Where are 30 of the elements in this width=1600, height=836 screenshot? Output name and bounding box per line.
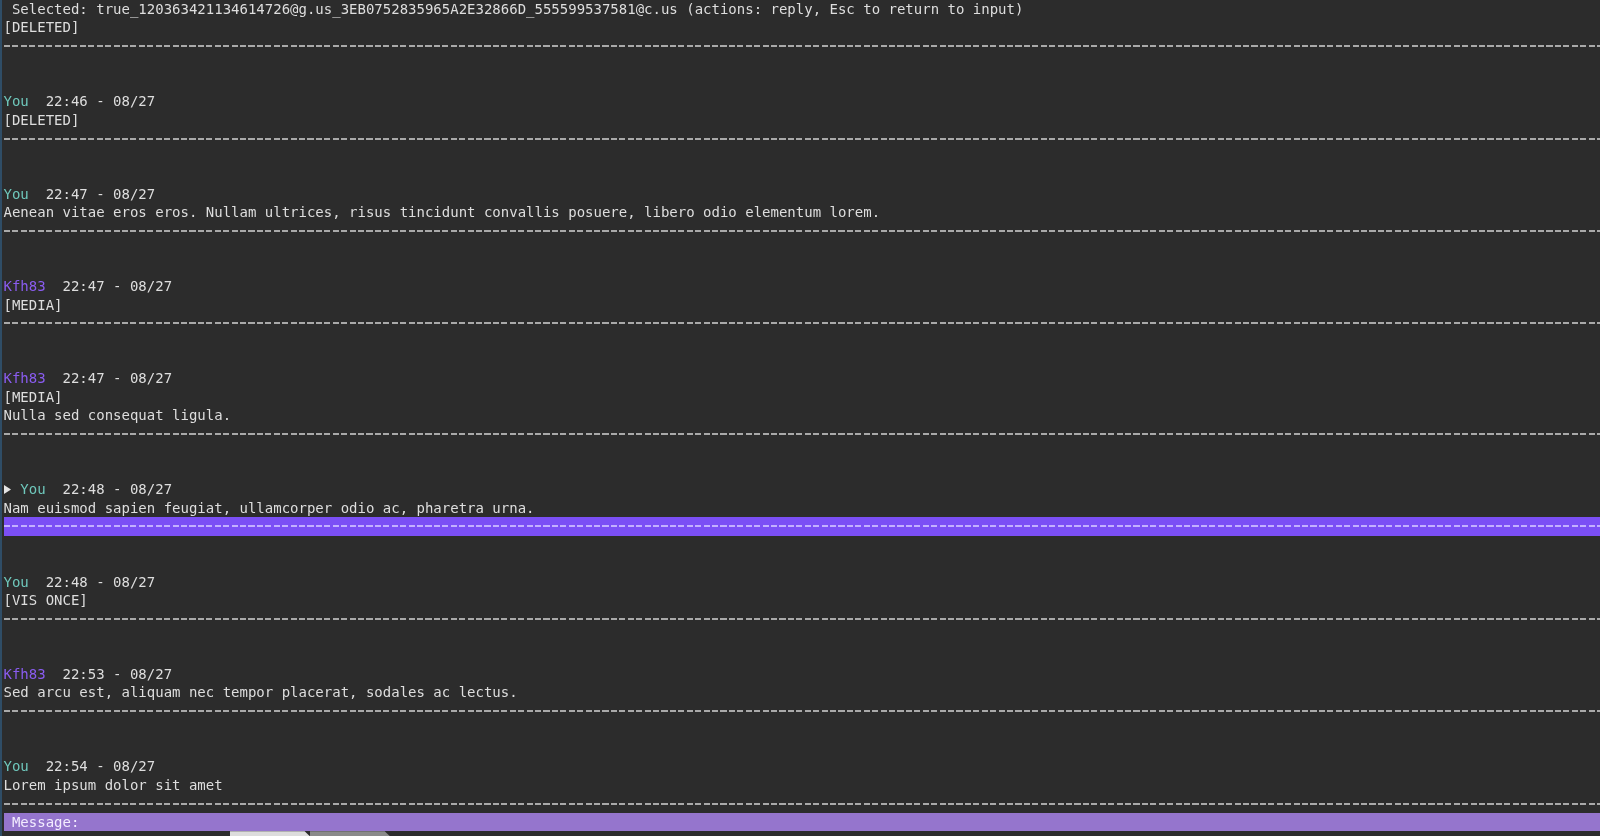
- status-tab[interactable]: [229, 831, 310, 836]
- message-time: 22:48 - 08/27: [45, 572, 156, 592]
- sender-name: Kfh83: [3, 665, 46, 684]
- selection-status-text: Selected: true_120363421134614726@g.us_3EB0752835965A2E32866D_555599537581@c.us (actions: reply, Esc to return to input): [10, 0, 1025, 19]
- triangle-icon: [3, 485, 11, 494]
- message-time: 22:53 - 08/27: [62, 665, 173, 684]
- sender-name: Kfh83: [3, 277, 46, 296]
- message-time: 22:47 - 08/27: [45, 184, 156, 204]
- sender-name: You: [3, 184, 29, 204]
- message-text: Sed arcu est, aliquam nec tempor placerat, sodales ac lectus.: [3, 683, 518, 702]
- message-text: Nulla sed consequat ligula.: [3, 406, 232, 425]
- message-text: Lorem ipsum dolor sit amet: [3, 775, 223, 795]
- sender-name: You: [3, 757, 29, 776]
- message-time: 22:47 - 08/27: [62, 277, 173, 296]
- message-time: 22:47 - 08/27: [62, 369, 173, 388]
- sender-name: Kfh83: [3, 369, 46, 388]
- message-text: [DELETED]: [3, 18, 80, 37]
- sender-name: You: [3, 92, 29, 111]
- sender-name: You: [3, 572, 29, 592]
- message-text: Aenean vitae eros eros. Nullam ultrices, risus tincidunt convallis posuere, libero odio elementum lorem.: [3, 203, 881, 222]
- message-time: 22:54 - 08/27: [45, 757, 156, 776]
- message-text: [MEDIA]: [3, 387, 63, 407]
- message-time: 22:48 - 08/27: [62, 480, 173, 499]
- message-text: [MEDIA]: [3, 295, 63, 315]
- message-text: [VIS ONCE]: [3, 591, 88, 610]
- message-input-field[interactable]: Message:: [3, 812, 1600, 832]
- message-text: Nam euismod sapien feugiat, ullamcorper odio ac, pharetra urna.: [3, 498, 535, 518]
- message-time: 22:46 - 08/27: [45, 92, 156, 111]
- message-text: [DELETED]: [3, 110, 80, 130]
- sender-name: You: [20, 480, 46, 499]
